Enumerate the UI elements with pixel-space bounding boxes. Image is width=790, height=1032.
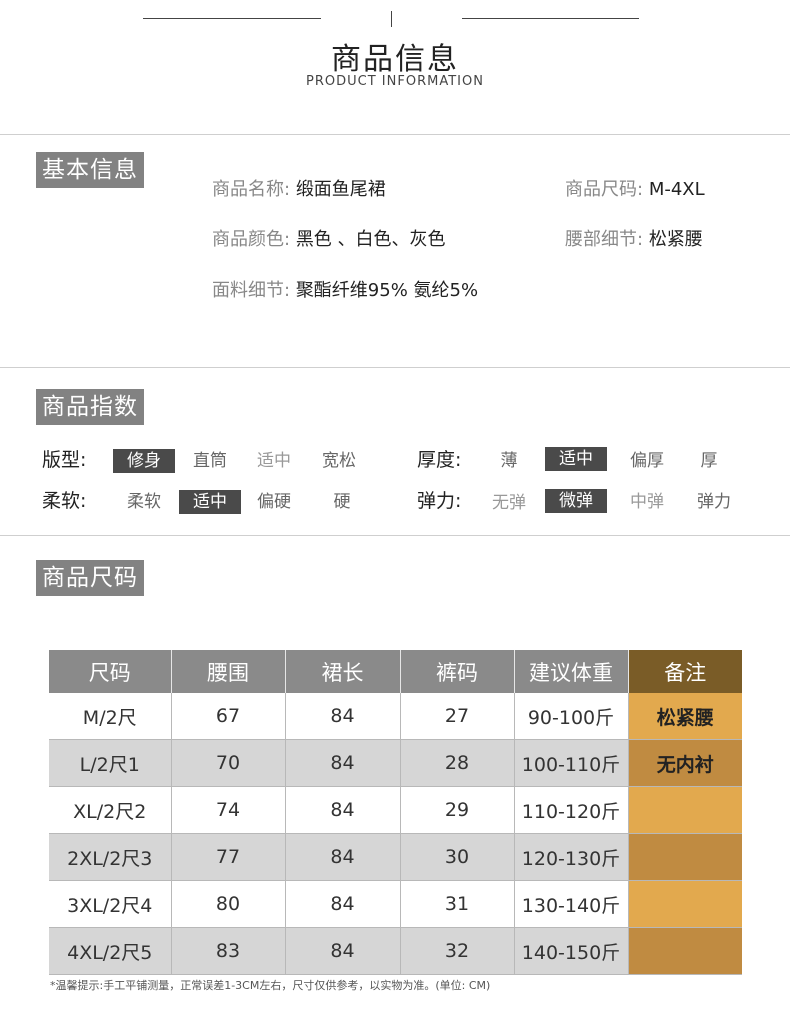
cell-weight: 110-120斤 bbox=[514, 786, 629, 834]
cell-length: 84 bbox=[285, 786, 401, 834]
table-row: M/2尺 67 84 27 90-100斤 松紧腰 bbox=[49, 693, 742, 740]
index-option: 偏厚 bbox=[630, 451, 664, 471]
cell-waist: 74 bbox=[171, 786, 286, 834]
cell-size: 2XL/2尺3 bbox=[49, 833, 172, 881]
info-item-fabric: 面料细节: 聚酯纤维95% 氨纶5% bbox=[212, 279, 478, 303]
info-item-waist: 腰部细节: 松紧腰 bbox=[565, 228, 703, 252]
index-key-fit: 版型: bbox=[42, 449, 87, 471]
index-key-softness: 柔软: bbox=[42, 490, 87, 512]
index-option: 微弹 bbox=[545, 489, 607, 513]
section-divider bbox=[0, 367, 790, 368]
info-value: 聚酯纤维95% 氨纶5% bbox=[295, 280, 479, 301]
cell-waist: 77 bbox=[171, 833, 286, 881]
info-item-color: 商品颜色: 黑色 、白色、灰色 bbox=[212, 228, 446, 252]
cell-pants: 30 bbox=[400, 833, 515, 881]
page-title: 商品信息 bbox=[331, 42, 459, 77]
cell-pants: 28 bbox=[400, 739, 515, 787]
index-option: 厚 bbox=[700, 451, 718, 471]
cell-note: 松紧腰 bbox=[628, 693, 742, 740]
index-option: 适中 bbox=[257, 451, 291, 471]
cell-note bbox=[628, 833, 742, 881]
index-option: 修身 bbox=[113, 449, 175, 473]
cell-note: 无内衬 bbox=[628, 739, 742, 787]
cell-pants: 29 bbox=[400, 786, 515, 834]
page-subtitle: PRODUCT INFORMATION bbox=[306, 74, 484, 89]
info-value: 松紧腰 bbox=[648, 229, 703, 250]
cell-pants: 31 bbox=[400, 880, 515, 928]
table-row: XL/2尺2 74 84 29 110-120斤 bbox=[49, 786, 742, 834]
table-row: 3XL/2尺4 80 84 31 130-140斤 bbox=[49, 880, 742, 928]
cell-size: 4XL/2尺5 bbox=[49, 927, 172, 975]
cell-size: XL/2尺2 bbox=[49, 786, 172, 834]
info-key: 商品颜色: bbox=[212, 229, 291, 250]
info-key: 商品尺码: bbox=[565, 179, 644, 200]
header-weight: 建议体重 bbox=[514, 650, 629, 693]
header-skirt-length: 裙长 bbox=[285, 650, 401, 693]
size-table: 尺码 腰围 裙长 裤码 建议体重 备注 M/2尺 67 84 27 90-100… bbox=[49, 650, 742, 975]
info-value: 缎面鱼尾裙 bbox=[295, 179, 386, 200]
section-divider bbox=[0, 535, 790, 536]
cell-weight: 130-140斤 bbox=[514, 880, 629, 928]
info-item-size: 商品尺码: M-4XL bbox=[565, 178, 705, 202]
index-key-thickness: 厚度: bbox=[417, 449, 462, 471]
header-waist: 腰围 bbox=[171, 650, 286, 693]
size-label: 商品尺码 bbox=[36, 560, 144, 596]
cell-length: 84 bbox=[285, 927, 401, 975]
cell-waist: 83 bbox=[171, 927, 286, 975]
table-row: 2XL/2尺3 77 84 30 120-130斤 bbox=[49, 833, 742, 881]
cell-pants: 32 bbox=[400, 927, 515, 975]
cell-note bbox=[628, 786, 742, 834]
index-option: 直筒 bbox=[193, 451, 227, 471]
index-option: 无弹 bbox=[492, 493, 526, 513]
cell-weight: 140-150斤 bbox=[514, 927, 629, 975]
size-footnote: *温馨提示:手工平铺测量，正常误差1-3CM左右，尺寸仅供参考，以实物为准。(单… bbox=[50, 979, 491, 992]
index-key-elasticity: 弹力: bbox=[417, 490, 462, 512]
cell-note bbox=[628, 880, 742, 928]
table-row: 4XL/2尺5 83 84 32 140-150斤 bbox=[49, 927, 742, 975]
info-key: 面料细节: bbox=[212, 280, 291, 301]
index-option: 偏硬 bbox=[257, 492, 291, 512]
index-label: 商品指数 bbox=[36, 389, 144, 425]
info-value: M-4XL bbox=[648, 179, 705, 200]
header-pants-size: 裤码 bbox=[400, 650, 515, 693]
cell-note bbox=[628, 927, 742, 975]
header-size: 尺码 bbox=[49, 650, 172, 693]
table-row: L/2尺1 70 84 28 100-110斤 无内衬 bbox=[49, 739, 742, 787]
info-key: 商品名称: bbox=[212, 179, 291, 200]
header-line-left bbox=[143, 18, 321, 19]
section-divider bbox=[0, 134, 790, 135]
index-option: 适中 bbox=[179, 490, 241, 514]
index-option: 硬 bbox=[333, 492, 351, 512]
size-table-header: 尺码 腰围 裙长 裤码 建议体重 备注 bbox=[49, 650, 742, 693]
index-option: 弹力 bbox=[697, 492, 731, 512]
basic-info-label: 基本信息 bbox=[36, 152, 144, 188]
cell-length: 84 bbox=[285, 693, 401, 740]
cell-waist: 70 bbox=[171, 739, 286, 787]
index-option: 薄 bbox=[500, 451, 518, 471]
cell-size: M/2尺 bbox=[49, 693, 172, 740]
cell-pants: 27 bbox=[400, 693, 515, 740]
info-value: 黑色 、白色、灰色 bbox=[295, 229, 446, 250]
header-line-right bbox=[462, 18, 639, 19]
cell-length: 84 bbox=[285, 833, 401, 881]
index-option: 宽松 bbox=[322, 451, 356, 471]
cell-size: L/2尺1 bbox=[49, 739, 172, 787]
cell-weight: 120-130斤 bbox=[514, 833, 629, 881]
cell-waist: 80 bbox=[171, 880, 286, 928]
index-option: 适中 bbox=[545, 447, 607, 471]
cell-length: 84 bbox=[285, 880, 401, 928]
info-key: 腰部细节: bbox=[565, 229, 644, 250]
index-option: 柔软 bbox=[127, 492, 161, 512]
header-note: 备注 bbox=[628, 650, 742, 693]
cell-waist: 67 bbox=[171, 693, 286, 740]
index-option: 中弹 bbox=[630, 492, 664, 512]
header-tick bbox=[391, 11, 392, 27]
cell-length: 84 bbox=[285, 739, 401, 787]
cell-weight: 90-100斤 bbox=[514, 693, 629, 740]
cell-size: 3XL/2尺4 bbox=[49, 880, 172, 928]
cell-weight: 100-110斤 bbox=[514, 739, 629, 787]
info-item-name: 商品名称: 缎面鱼尾裙 bbox=[212, 178, 386, 202]
